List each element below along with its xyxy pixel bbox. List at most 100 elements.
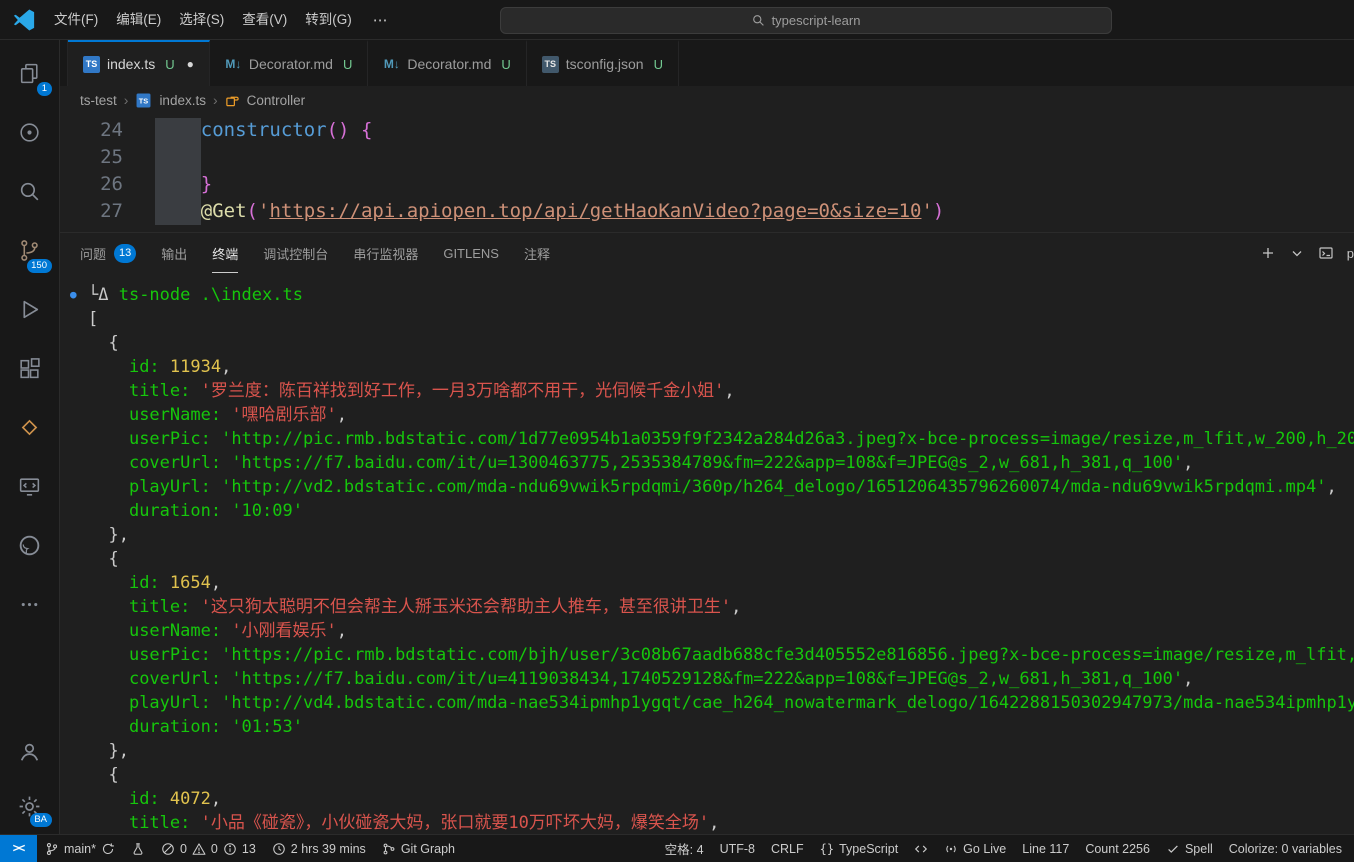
- menu-bar: 文件(F)编辑(E)选择(S)查看(V)转到(G): [45, 0, 361, 39]
- git-status-badge: U: [501, 57, 510, 72]
- colorize-status[interactable]: Colorize: 0 variables: [1221, 835, 1350, 862]
- terminal-line: id: 11934,: [88, 355, 1354, 379]
- profile-badge: BA: [30, 813, 52, 828]
- editor-line[interactable]: 26 }: [60, 171, 1354, 198]
- tab-label: Decorator.md: [407, 56, 491, 72]
- sidebar-item-more-views[interactable]: [0, 575, 60, 634]
- terminal-line: ●└Δ ts-node .\index.ts: [88, 283, 1354, 307]
- terminal-line: duration: '01:53': [88, 715, 1354, 739]
- command-center-search[interactable]: typescript-learn: [500, 7, 1112, 34]
- editor-line[interactable]: 27 @Get('https://api.apiopen.top/api/get…: [60, 198, 1354, 225]
- md-file-icon: M↓: [225, 56, 242, 73]
- editor-tab-3[interactable]: TStsconfig.jsonU: [527, 40, 679, 86]
- indent-status[interactable]: 空格: 4: [657, 835, 712, 862]
- warning-icon: [192, 842, 206, 856]
- menu-item-1[interactable]: 编辑(E): [107, 0, 170, 40]
- git-graph-label: Git Graph: [401, 842, 455, 856]
- terminal-line: playUrl: 'http://vd2.bdstatic.com/mda-nd…: [88, 475, 1354, 499]
- editor-tab-2[interactable]: M↓Decorator.mdU: [368, 40, 526, 86]
- breadcrumb-folder[interactable]: ts-test: [80, 93, 117, 108]
- breadcrumb-symbol[interactable]: Controller: [247, 93, 306, 108]
- sidebar-item-search[interactable]: [0, 162, 60, 221]
- panel-tab-4[interactable]: 串行监视器: [353, 233, 418, 273]
- panel-tab-5[interactable]: GITLENS: [443, 233, 499, 273]
- settings-button[interactable]: BA: [0, 779, 60, 834]
- problems-status[interactable]: 0 0 13: [153, 835, 264, 862]
- chevron-down-icon[interactable]: [1289, 245, 1305, 261]
- terminal[interactable]: ●└Δ ts-node .\index.ts[ { id: 11934, tit…: [60, 273, 1354, 834]
- eol-label: CRLF: [771, 842, 804, 856]
- new-terminal-button[interactable]: [1260, 245, 1276, 261]
- info-icon: [223, 842, 237, 856]
- panel-tabs: 问题13 输出 终端 调试控制台串行监视器 GITLENS 注释: [80, 233, 575, 273]
- terminal-panel-icon[interactable]: [1318, 245, 1334, 261]
- terminal-line: userName: '嘿哈剧乐部',: [88, 403, 1354, 427]
- panel-tab-6[interactable]: 注释: [524, 233, 550, 273]
- menu-item-0[interactable]: 文件(F): [45, 0, 107, 40]
- menu-more-button[interactable]: ⋯: [361, 11, 401, 29]
- code-brackets-status[interactable]: [906, 835, 936, 862]
- ts-file-icon: TS: [137, 93, 151, 107]
- editor-line[interactable]: 24 constructor() {: [60, 117, 1354, 144]
- panel-tab-0[interactable]: 问题13: [80, 233, 136, 273]
- terminal-line: },: [88, 739, 1354, 763]
- menu-item-3[interactable]: 查看(V): [233, 0, 296, 40]
- terminal-profile-label-clipped[interactable]: p: [1347, 246, 1354, 261]
- indent-label: 空格: 4: [665, 839, 704, 858]
- panel-tab-3[interactable]: 调试控制台: [263, 233, 328, 273]
- sidebar-item-extension-diamond[interactable]: [0, 398, 60, 457]
- files-icon: [17, 61, 42, 86]
- panel-tab-2[interactable]: 终端: [212, 233, 238, 273]
- menu-item-4[interactable]: 转到(G): [296, 0, 361, 40]
- clock-icon: [272, 842, 286, 856]
- panel-tab-label: 注释: [524, 244, 550, 263]
- sidebar-item-explorer[interactable]: 1: [0, 44, 60, 103]
- terminal-line: playUrl: 'http://vd4.bdstatic.com/mda-na…: [88, 691, 1354, 715]
- dirty-indicator[interactable]: ●: [187, 57, 194, 71]
- line-status[interactable]: Line 117: [1014, 835, 1077, 862]
- tab-bar: TSindex.tsU●M↓Decorator.mdUM↓Decorator.m…: [60, 40, 1354, 86]
- activity-bar: 1 150: [0, 40, 60, 834]
- sidebar-item-remote-explorer[interactable]: [0, 457, 60, 516]
- sidebar-item-circle-tool[interactable]: [0, 103, 60, 162]
- terminal-line: id: 4072,: [88, 787, 1354, 811]
- search-text: typescript-learn: [772, 13, 861, 28]
- sidebar-item-run-debug[interactable]: [0, 280, 60, 339]
- branch-status[interactable]: main*: [37, 835, 123, 862]
- count-status[interactable]: Count 2256: [1077, 835, 1158, 862]
- panel-tab-label: 终端: [212, 244, 238, 263]
- diamond-icon: [17, 415, 42, 440]
- editor-line[interactable]: 25: [60, 144, 1354, 171]
- account-button[interactable]: [0, 724, 60, 779]
- command-decoration-dot[interactable]: ●: [70, 283, 77, 307]
- eol-status[interactable]: CRLF: [763, 835, 812, 862]
- remote-indicator[interactable]: ><: [0, 835, 37, 862]
- braces-icon: {}: [820, 842, 834, 856]
- terminal-line: duration: '10:09': [88, 499, 1354, 523]
- remote-glyph: ><: [13, 843, 24, 855]
- go-live-button[interactable]: Go Live: [936, 835, 1014, 862]
- wakatime-status[interactable]: 2 hrs 39 mins: [264, 835, 374, 862]
- terminal-line: userPic: 'http://pic.rmb.bdstatic.com/1d…: [88, 427, 1354, 451]
- terminal-line: title: '罗兰度：陈百祥找到好工作，一月3万啥都不用干，光伺候千金小姐',: [88, 379, 1354, 403]
- spell-status[interactable]: Spell: [1158, 835, 1221, 862]
- terminal-line: {: [88, 547, 1354, 571]
- problems-badge: 13: [114, 244, 136, 263]
- editor-tab-0[interactable]: TSindex.tsU●: [68, 40, 210, 86]
- sidebar-item-extensions[interactable]: [0, 339, 60, 398]
- language-status[interactable]: {} TypeScript: [812, 835, 907, 862]
- git-graph-button[interactable]: Git Graph: [374, 835, 463, 862]
- terminal-line: {: [88, 763, 1354, 787]
- tab-bar-spacer: [60, 40, 68, 86]
- code-editor[interactable]: 24 constructor() {2526 }27 @Get('https:/…: [60, 114, 1354, 232]
- terminal-line: },: [88, 523, 1354, 547]
- sidebar-item-github[interactable]: [0, 516, 60, 575]
- menu-item-2[interactable]: 选择(S): [170, 0, 233, 40]
- panel-tab-1[interactable]: 输出: [161, 233, 187, 273]
- extension-status[interactable]: [123, 835, 153, 862]
- editor-tab-1[interactable]: M↓Decorator.mdU: [210, 40, 368, 86]
- breadcrumb-file[interactable]: index.ts: [159, 93, 206, 108]
- sidebar-item-source-control[interactable]: 150: [0, 221, 60, 280]
- error-count: 0: [180, 842, 187, 856]
- encoding-status[interactable]: UTF-8: [712, 835, 763, 862]
